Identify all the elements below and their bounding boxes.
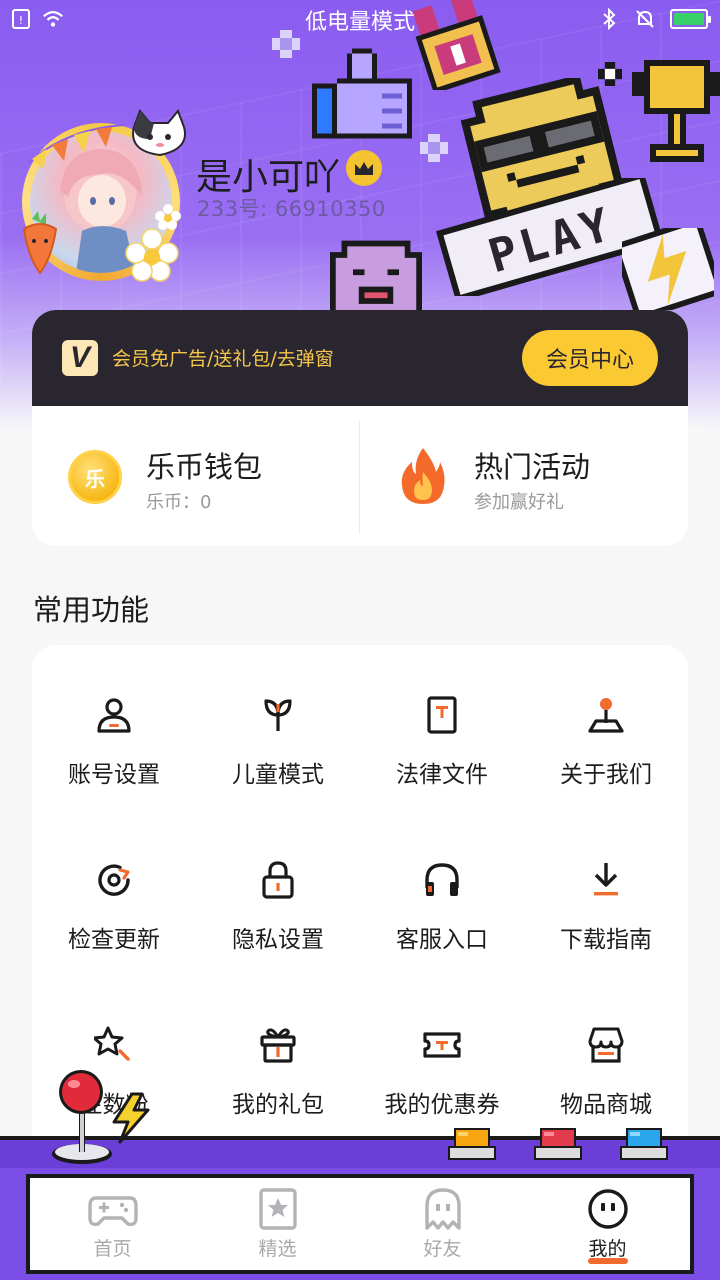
customer-service-item[interactable]: 客服入口 (360, 810, 524, 975)
avatar[interactable] (18, 109, 188, 285)
coin-wallet-entry[interactable]: 乐 乐币钱包 乐币：0 (32, 406, 360, 546)
coin-icon: 乐 (68, 450, 122, 504)
common-functions-card: 账号设置 儿童模式 法律文件 关于我们 检查更新 隐私设置 客服入口 下载指南 … (32, 645, 688, 1165)
function-label: 隐私设置 (232, 927, 324, 953)
kids-mode-item[interactable]: 儿童模式 (196, 645, 360, 810)
tab-home[interactable]: 首页 (30, 1178, 195, 1270)
item-store-item[interactable]: 物品商城 (524, 975, 688, 1140)
hot-activity-entry[interactable]: 热门活动 参加赢好礼 (360, 406, 688, 546)
crown-icon (355, 162, 373, 175)
gamepad-icon (87, 1196, 138, 1227)
vip-card: V 会员免广告/送礼包/去弹窗 会员中心 乐 乐币钱包 乐币：0 热门活动 参加… (32, 310, 688, 546)
lightning-decoration-icon (112, 1092, 150, 1144)
hot-activity-subtitle: 参加赢好礼 (474, 492, 564, 513)
star-search-icon (94, 1026, 130, 1061)
function-label: 物品商城 (560, 1092, 652, 1118)
tab-mine[interactable]: 我的 (525, 1178, 690, 1270)
status-bar: ! 低电量模式 (0, 0, 720, 38)
function-label: 法律文件 (396, 762, 488, 788)
flower-decoration-icon (125, 228, 179, 282)
joystick-icon (588, 698, 624, 733)
tab-bar: 首页 精选 好友 我的 (26, 1174, 694, 1274)
laugh-face-decoration-icon (330, 240, 422, 316)
my-gift-pack-item[interactable]: 我的礼包 (196, 975, 360, 1140)
face-icon (587, 1189, 628, 1229)
tab-friends[interactable]: 好友 (360, 1178, 525, 1270)
wallet-row: 乐 乐币钱包 乐币：0 热门活动 参加赢好礼 (32, 406, 688, 546)
my-coupons-item[interactable]: 我的优惠券 (360, 975, 524, 1140)
tab-label: 首页 (93, 1238, 132, 1260)
vip-banner[interactable]: V 会员免广告/送礼包/去弹窗 会员中心 (32, 310, 688, 406)
refresh-icon (98, 864, 130, 896)
vip-logo-icon: V (62, 340, 98, 376)
carrot-decoration-icon (22, 211, 58, 275)
coin-balance: 乐币：0 (146, 492, 212, 513)
function-label: 检查更新 (68, 927, 160, 953)
cat-decoration-icon (132, 109, 186, 157)
arcade-button-red-icon (534, 1128, 582, 1160)
pennant-decoration-icon (27, 124, 125, 169)
function-grid: 账号设置 儿童模式 法律文件 关于我们 检查更新 隐私设置 客服入口 下载指南 … (32, 645, 688, 1140)
function-label: 账号设置 (68, 762, 160, 788)
tab-label: 精选 (258, 1238, 297, 1260)
vip-promo-text: 会员免广告/送礼包/去弹窗 (112, 348, 334, 370)
active-tab-indicator (587, 1258, 628, 1264)
fire-icon (401, 448, 445, 504)
battery-icon (670, 9, 711, 29)
user-id: 233号: 66910350 (197, 197, 386, 221)
headset-icon (425, 863, 459, 896)
thumbs-up-decoration-icon (312, 48, 412, 139)
trophy-decoration-icon (632, 60, 720, 162)
bluetooth-icon (603, 8, 616, 30)
lock-icon (262, 861, 294, 899)
ghost-icon (424, 1188, 461, 1230)
function-label: 客服入口 (396, 927, 488, 953)
function-label: 儿童模式 (232, 762, 324, 788)
privacy-settings-item[interactable]: 隐私设置 (196, 810, 360, 975)
star-card-icon (258, 1188, 297, 1230)
check-update-item[interactable]: 检查更新 (32, 810, 196, 975)
account-settings-item[interactable]: 账号设置 (32, 645, 196, 810)
download-guide-item[interactable]: 下载指南 (524, 810, 688, 975)
arcade-button-orange-icon (448, 1128, 496, 1160)
mute-bell-icon (636, 10, 654, 28)
ticket-icon (423, 1032, 461, 1058)
gift-icon (260, 1028, 296, 1063)
function-label: 我的优惠券 (384, 1092, 500, 1118)
sparkle-decoration-icon (598, 62, 622, 86)
sparkle-decoration-icon (420, 134, 448, 162)
tab-featured[interactable]: 精选 (195, 1178, 360, 1270)
document-icon (427, 696, 457, 734)
tab-label: 好友 (423, 1238, 462, 1260)
lightning-decoration-icon (622, 228, 714, 310)
about-us-item[interactable]: 关于我们 (524, 645, 688, 810)
function-label: 下载指南 (560, 927, 652, 953)
section-title: 常用功能 (33, 593, 150, 627)
hot-activity-title: 热门活动 (474, 450, 591, 484)
vip-crown-badge[interactable] (346, 150, 382, 186)
function-label: 我的礼包 (232, 1092, 324, 1118)
coin-wallet-title: 乐币钱包 (146, 450, 263, 484)
arcade-button-blue-icon (620, 1128, 668, 1160)
flower-decoration-icon (155, 204, 181, 230)
user-icon (97, 698, 131, 733)
sprout-icon (264, 699, 292, 731)
store-icon (588, 1027, 624, 1063)
vip-center-button[interactable]: 会员中心 (522, 330, 658, 386)
download-icon (594, 863, 618, 896)
function-label: 关于我们 (560, 762, 652, 788)
tab-label: 我的 (588, 1238, 627, 1260)
legal-documents-item[interactable]: 法律文件 (360, 645, 524, 810)
